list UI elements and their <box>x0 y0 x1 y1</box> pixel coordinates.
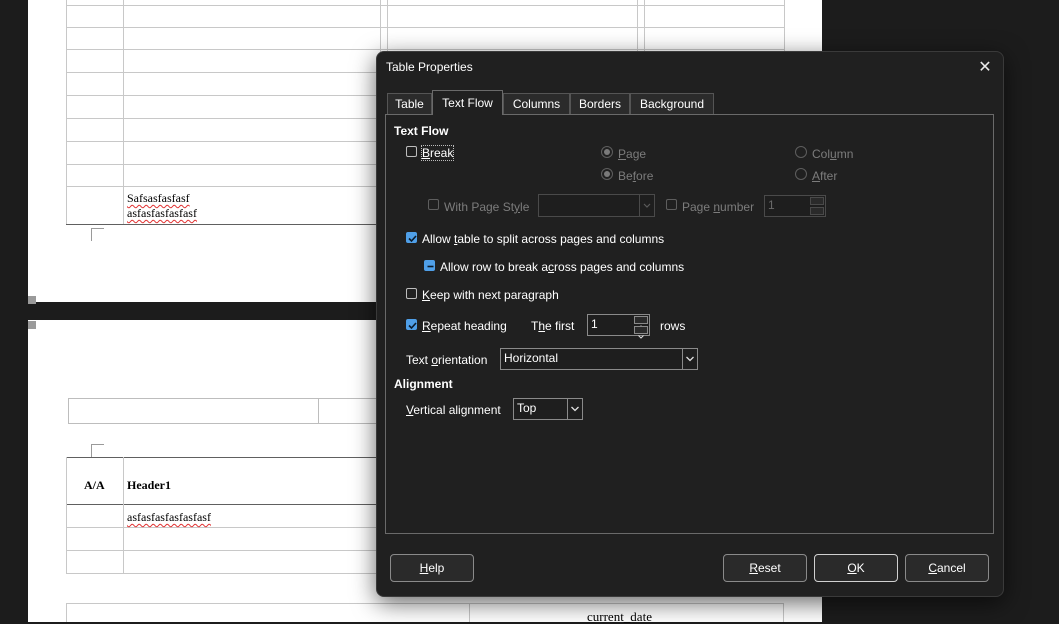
text-boundary-corner <box>91 444 104 457</box>
with-page-style-checkbox <box>428 199 439 210</box>
help-button[interactable]: Help <box>390 554 474 582</box>
tab-table[interactable]: Table <box>387 93 432 114</box>
page-number-label: Page number <box>682 200 755 214</box>
column-radio-label: Column <box>812 147 854 161</box>
before-radio <box>601 168 613 180</box>
keep-with-next-label: Keep with next paragraph <box>422 288 559 302</box>
page-radio-label: Page <box>618 147 647 161</box>
page-resize-handle[interactable] <box>28 296 36 304</box>
allow-split-checkbox[interactable] <box>406 232 417 243</box>
page-style-combo <box>538 194 655 217</box>
text-flow-section-title: Text Flow <box>394 124 449 138</box>
cancel-button[interactable]: Cancel <box>905 554 989 582</box>
tab-borders[interactable]: Borders <box>570 93 630 114</box>
spin-down-icon[interactable] <box>634 326 648 339</box>
tab-background[interactable]: Background <box>630 93 714 114</box>
page-number-checkbox <box>666 199 677 210</box>
with-page-style-label: With Page Style <box>444 200 530 214</box>
page-radio <box>601 146 613 158</box>
text-orientation-combo[interactable]: Horizontal <box>500 348 698 370</box>
repeat-heading-label: Repeat heading <box>422 319 507 333</box>
table-row-text: asfasfasfasfasfasf <box>127 510 211 524</box>
column-radio <box>795 146 807 158</box>
table-properties-dialog: Table Properties ✕ Table Text Flow Colum… <box>376 51 1004 597</box>
ok-button[interactable]: OK <box>814 554 898 582</box>
keep-with-next-checkbox[interactable] <box>406 288 417 299</box>
break-label: Break <box>420 145 455 161</box>
chevron-down-icon <box>639 195 654 216</box>
vertical-alignment-label: Vertical alignment <box>406 403 501 417</box>
header-col-header1: Header1 <box>127 478 171 492</box>
header-col-aa: A/A <box>84 478 105 492</box>
text-orientation-label: Text orientation <box>406 353 488 367</box>
before-radio-label: Before <box>618 169 654 183</box>
chevron-down-icon[interactable] <box>567 399 582 419</box>
after-radio-label: After <box>812 169 838 183</box>
text-boundary-corner <box>91 228 104 241</box>
break-checkbox[interactable] <box>406 146 417 157</box>
allow-row-break-label: Allow row to break across pages and colu… <box>440 260 685 274</box>
tab-columns[interactable]: Columns <box>503 93 570 114</box>
tab-text-flow[interactable]: Text Flow <box>432 90 503 115</box>
close-icon[interactable]: ✕ <box>977 60 993 76</box>
cell-text-line2: asfasfasfasfasf <box>127 206 197 220</box>
vertical-alignment-combo[interactable]: Top <box>513 398 583 420</box>
spin-up-icon[interactable] <box>634 316 648 329</box>
page-number-spinner: 1 <box>764 195 826 217</box>
reset-button[interactable]: Reset <box>723 554 807 582</box>
allow-split-label: Allow table to split across pages and co… <box>422 232 665 246</box>
allow-row-break-checkbox[interactable] <box>424 260 435 271</box>
cell-text-line1: Safsasfasfasf <box>127 191 190 205</box>
alignment-section-title: Alignment <box>394 377 453 391</box>
after-radio <box>795 168 807 180</box>
repeat-heading-checkbox[interactable] <box>406 319 417 330</box>
chevron-down-icon[interactable] <box>682 349 697 369</box>
page-resize-handle[interactable] <box>28 321 36 329</box>
heading-rows-spinner[interactable]: 1 <box>587 314 650 339</box>
dialog-title: Table Properties <box>386 60 473 74</box>
the-first-label: The first <box>531 319 575 333</box>
rows-label: rows <box>660 319 686 333</box>
